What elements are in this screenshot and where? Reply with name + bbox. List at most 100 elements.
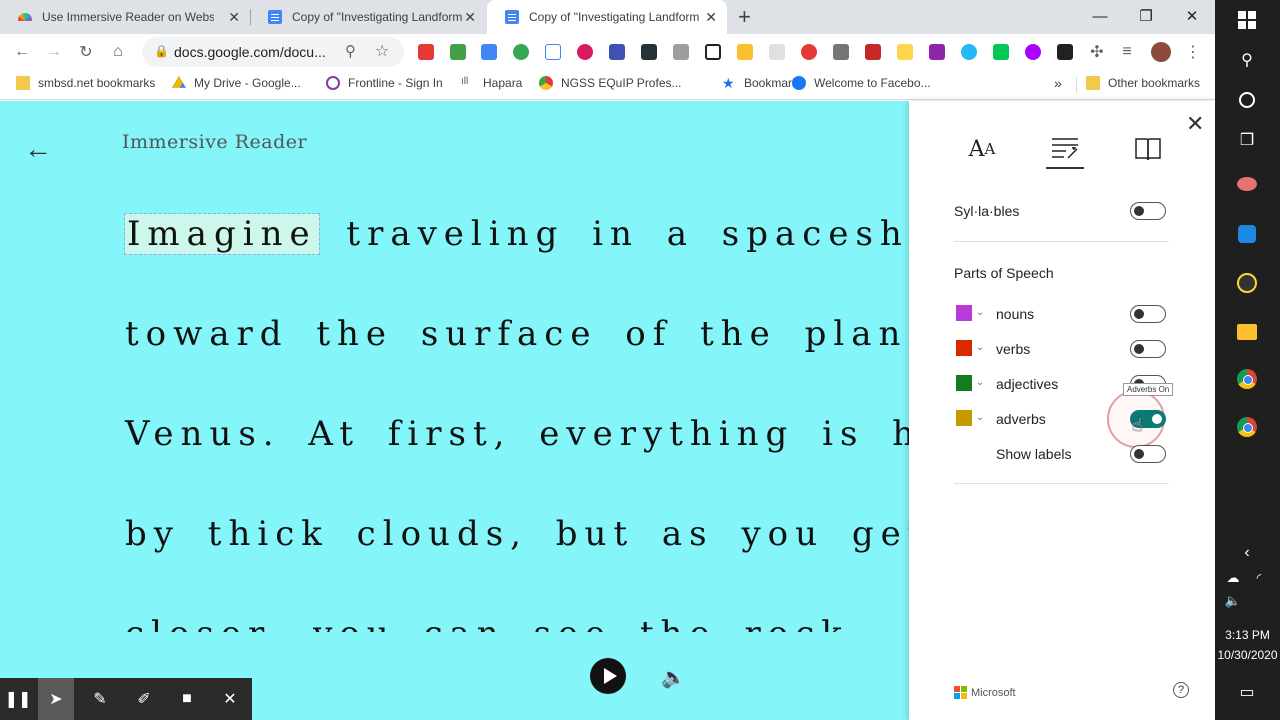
extension-icon[interactable] — [450, 44, 466, 60]
clock-time[interactable]: 3:13 PM — [1215, 628, 1280, 642]
extension-icon[interactable] — [897, 44, 913, 60]
puzzle-icon[interactable]: ✣ — [1087, 42, 1107, 62]
chevron-down-icon[interactable]: ⌄ — [976, 412, 984, 423]
extension-icon[interactable] — [737, 44, 753, 60]
bookmark-item[interactable]: smbsd.net bookmarks — [16, 76, 155, 90]
menu-icon[interactable]: ⋮ — [1183, 42, 1203, 62]
clock-date[interactable]: 10/30/2020 — [1215, 648, 1280, 662]
windows-start-icon[interactable] — [1235, 8, 1259, 32]
extension-icon[interactable] — [929, 44, 945, 60]
play-button[interactable] — [590, 658, 626, 694]
extension-icon[interactable] — [833, 44, 849, 60]
pause-icon[interactable]: ❚❚ — [0, 678, 36, 720]
window-close-icon[interactable]: ✕ — [1169, 0, 1215, 32]
address-bar[interactable]: 🔒 docs.google.com/docu... ⚲ ☆ — [142, 37, 404, 67]
cloud-icon[interactable] — [961, 44, 977, 60]
reader-line[interactable]: closer, you can see the rock — [125, 614, 849, 632]
grammar-options-icon[interactable] — [1046, 129, 1084, 169]
show-labels-toggle[interactable] — [1130, 445, 1166, 463]
frontline-icon — [326, 76, 340, 90]
minimize-icon[interactable]: — — [1077, 0, 1123, 32]
nouns-color-swatch[interactable] — [956, 305, 972, 321]
syllables-toggle[interactable] — [1130, 202, 1166, 220]
onedrive-icon[interactable]: ☁ — [1221, 566, 1245, 590]
extension-icon[interactable] — [673, 44, 689, 60]
chrome-icon[interactable] — [1235, 367, 1259, 391]
star-icon[interactable]: ☆ — [375, 41, 389, 61]
bookmarks-overflow-button[interactable]: » — [1054, 75, 1062, 91]
bookmark-item[interactable]: Welcome to Facebo... — [792, 76, 931, 90]
verbs-color-swatch[interactable] — [956, 340, 972, 356]
adjectives-color-swatch[interactable] — [956, 375, 972, 391]
search-icon[interactable]: ⚲ — [345, 42, 356, 60]
new-tab-button[interactable]: + — [738, 4, 751, 30]
extension-icon[interactable] — [769, 44, 785, 60]
voice-settings-icon[interactable]: 🔈 — [661, 665, 686, 690]
nouns-toggle[interactable] — [1130, 305, 1166, 323]
extension-icon[interactable] — [513, 44, 529, 60]
tab-doc-1[interactable]: Copy of "Investigating Landform ✕ — [250, 0, 486, 34]
reader-line[interactable]: toward the surface of the planet — [125, 314, 909, 354]
back-arrow-icon[interactable]: ← — [24, 133, 52, 165]
close-icon[interactable]: ✕ — [1186, 111, 1204, 137]
extension-icon[interactable] — [418, 44, 434, 60]
grammar-options-svg — [1052, 138, 1078, 159]
camera-icon[interactable]: ■ — [169, 678, 205, 720]
close-icon[interactable]: ✕ — [212, 678, 248, 720]
highlighter-icon[interactable]: ✐ — [126, 678, 162, 720]
back-icon[interactable]: ← — [12, 42, 32, 62]
extension-icon[interactable] — [1025, 44, 1041, 60]
bookmark-item[interactable]: Frontline - Sign In — [326, 76, 443, 90]
reader-line[interactable]: by thick clouds, but as you get — [125, 514, 909, 554]
app-icon[interactable] — [1235, 271, 1259, 295]
chevron-down-icon[interactable]: ⌄ — [976, 342, 984, 353]
avatar[interactable] — [1151, 42, 1171, 62]
volume-icon[interactable]: 🔈 — [1221, 589, 1245, 613]
extension-icon[interactable] — [993, 44, 1009, 60]
pen-icon[interactable]: ✎ — [82, 678, 118, 720]
grid-icon[interactable] — [705, 44, 721, 60]
extension-icon[interactable] — [577, 44, 593, 60]
close-icon[interactable]: ✕ — [464, 9, 476, 25]
chevron-down-icon[interactable]: ⌄ — [976, 307, 984, 318]
task-view-icon[interactable]: ❒ — [1235, 128, 1259, 152]
help-button[interactable]: ? — [1173, 682, 1189, 698]
reload-icon[interactable]: ↻ — [76, 42, 96, 62]
text-preferences-icon[interactable]: AA — [963, 129, 1001, 169]
pointer-icon[interactable]: ➤ — [38, 678, 74, 720]
extension-icon[interactable] — [865, 44, 881, 60]
tab-doc-2-active[interactable]: Copy of "Investigating Landform ✕ — [487, 0, 727, 34]
extension-icon[interactable] — [801, 44, 817, 60]
media-icon[interactable]: ≡ — [1117, 42, 1137, 62]
verbs-toggle[interactable] — [1130, 340, 1166, 358]
extension-icon[interactable] — [609, 44, 625, 60]
bookmark-item[interactable]: My Drive - Google... — [172, 76, 301, 90]
other-bookmarks[interactable]: Other bookmarks — [1086, 76, 1200, 90]
close-icon[interactable]: ✕ — [228, 9, 240, 25]
translate-icon[interactable] — [481, 44, 497, 60]
app-icon[interactable] — [1235, 172, 1259, 196]
search-icon[interactable]: ⚲ — [1235, 48, 1259, 72]
chevron-down-icon[interactable]: ⌄ — [976, 377, 984, 388]
close-icon[interactable]: ✕ — [705, 9, 717, 25]
adverbs-color-swatch[interactable] — [956, 410, 972, 426]
reading-preferences-icon[interactable] — [1129, 129, 1167, 169]
home-icon[interactable]: ⌂ — [108, 42, 128, 62]
wifi-icon[interactable]: ◜ — [1247, 566, 1271, 590]
app-icon[interactable] — [1235, 222, 1259, 246]
extension-icon[interactable] — [545, 44, 561, 60]
bookmark-item[interactable]: NGSS EQuIP Profes... — [539, 76, 682, 90]
reader-line[interactable]: Venus. At first, everything is hidden — [125, 414, 909, 454]
highlighted-word[interactable]: Imagine — [124, 213, 320, 255]
tab-immersive-reader[interactable]: Use Immersive Reader on Websit ✕ — [0, 0, 250, 34]
chrome-icon[interactable] — [1235, 415, 1259, 439]
restore-icon[interactable]: ❐ — [1123, 0, 1169, 32]
cortana-icon[interactable] — [1235, 88, 1259, 112]
file-explorer-icon[interactable] — [1235, 320, 1259, 344]
chevron-left-icon[interactable]: ‹ — [1235, 541, 1259, 565]
notifications-icon[interactable]: ▭ — [1235, 680, 1259, 704]
extension-icon[interactable] — [641, 44, 657, 60]
forward-icon[interactable]: → — [44, 42, 64, 62]
extension-icon[interactable] — [1057, 44, 1073, 60]
bookmark-item[interactable]: ıll Hapara — [461, 76, 522, 90]
